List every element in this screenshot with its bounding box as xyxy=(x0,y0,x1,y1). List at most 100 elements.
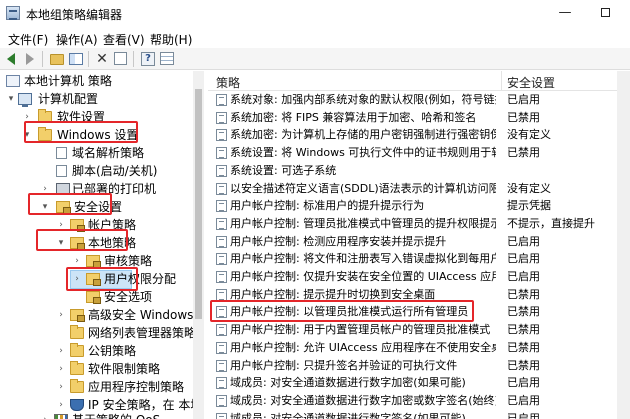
table-row[interactable]: 系统设置: 将 Windows 可执行文件中的证书规则用于软件... 已禁用 xyxy=(208,144,630,162)
forward-arrow-icon xyxy=(26,53,34,65)
table-row[interactable]: 用户帐户控制: 允许 UIAccess 应用程序在不使用安全桌面... 已禁用 xyxy=(208,339,630,357)
policy-setting-icon xyxy=(216,94,227,106)
table-row[interactable]: 系统加密: 为计算机上存储的用户密钥强制进行强密钥保护 没有定义 xyxy=(208,126,630,144)
table-row[interactable]: 系统加密: 将 FIPS 兼容算法用于加密、哈希和签名 已禁用 xyxy=(208,109,630,127)
expand-chevron-icon[interactable]: ▾ xyxy=(6,90,16,108)
table-row[interactable]: 用户帐户控制: 将文件和注册表写入错误虚拟化到每用户位置 已启用 xyxy=(208,250,630,268)
menu-bar: 文件(F) 操作(A) 查看(V) 帮助(H) xyxy=(0,28,630,48)
toolbar-separator xyxy=(88,51,89,67)
policy-setting-icon xyxy=(216,111,227,124)
table-row[interactable]: 域成员: 对安全通道数据进行数字签名(如果可能) 已启用 xyxy=(208,410,630,419)
table-row[interactable]: 系统对象: 加强内部系统对象的默认权限(例如，符号链接) 已启用 xyxy=(208,91,630,109)
table-row[interactable]: 用户帐户控制: 检测应用程序安装并提示提升 已启用 xyxy=(208,233,630,251)
policy-icon xyxy=(6,75,20,87)
maximize-button[interactable] xyxy=(590,2,620,24)
table-row[interactable]: 以安全描述符定义语言(SDDL)语法表示的计算机访问限制 没有定义 xyxy=(208,180,630,198)
security-setting-value: 已启用 xyxy=(507,234,540,248)
console-tree[interactable]: 本地计算机 策略 ▾ 计算机配置 › 软件设置 ▾ Windows 设置 域名解… xyxy=(0,71,204,419)
policy-name: 用户帐户控制: 将文件和注册表写入错误虚拟化到每用户位置 xyxy=(230,252,496,266)
policy-name: 用户帐户控制: 检测应用程序安装并提示提升 xyxy=(230,234,447,248)
folder-lock-icon xyxy=(86,291,101,304)
delete-button[interactable]: ✕ xyxy=(94,51,110,67)
policy-setting-icon xyxy=(216,129,227,142)
policy-name: 系统设置: 可选子系统 xyxy=(230,163,337,177)
menu-help[interactable]: 帮助(H) xyxy=(150,31,192,48)
security-setting-value: 已启用 xyxy=(507,93,540,106)
policy-setting-icon xyxy=(216,164,227,177)
title-bar: 本地组策略编辑器 — xyxy=(0,0,630,28)
folder-icon xyxy=(70,325,84,339)
list-scrollbar[interactable] xyxy=(617,71,630,419)
folder-icon xyxy=(70,361,84,375)
collapse-chevron-icon[interactable]: › xyxy=(56,342,66,360)
column-header-policy[interactable]: 策略 xyxy=(216,74,240,91)
policy-setting-icon xyxy=(216,377,227,390)
export-list-button[interactable] xyxy=(113,51,129,67)
up-level-button[interactable] xyxy=(49,51,65,67)
collapse-chevron-icon[interactable]: › xyxy=(56,360,66,378)
highlight-box-admin-approval-mode xyxy=(210,300,474,322)
table-row[interactable]: 用户帐户控制: 标准用户的提升提示行为 提示凭据 xyxy=(208,197,630,215)
show-hide-tree-button[interactable] xyxy=(68,51,84,67)
policy-setting-icon xyxy=(216,235,227,248)
security-setting-value: 已禁用 xyxy=(507,358,540,372)
policy-setting-icon xyxy=(216,253,227,266)
collapse-chevron-icon[interactable]: › xyxy=(56,378,66,396)
policy-name: 系统加密: 为计算机上存储的用户密钥强制进行强密钥保护 xyxy=(230,128,496,142)
security-setting-value: 已禁用 xyxy=(507,146,540,160)
window-title: 本地组策略编辑器 xyxy=(26,8,123,22)
collapse-chevron-icon[interactable]: › xyxy=(40,411,50,419)
menu-view[interactable]: 查看(V) xyxy=(103,31,145,48)
policy-setting-icon xyxy=(216,412,227,419)
table-row[interactable]: 域成员: 对安全通道数据进行数字加密(如果可能) 已启用 xyxy=(208,374,630,392)
properties-icon xyxy=(160,52,174,65)
doc-icon xyxy=(56,147,67,159)
maximize-icon xyxy=(600,8,610,17)
policy-list[interactable]: 策略 安全设置 系统对象: 加强内部系统对象的默认权限(例如，符号链接) 已启用系… xyxy=(208,71,630,419)
policy-name: 以安全描述符定义语言(SDDL)语法表示的计算机访问限制 xyxy=(230,181,496,195)
policy-setting-icon xyxy=(216,217,227,230)
tree-scrollbar[interactable] xyxy=(193,71,204,419)
table-row[interactable]: 用户帐户控制: 用于内置管理员帐户的管理员批准模式 已禁用 xyxy=(208,321,630,339)
highlight-box-windows-settings xyxy=(24,121,138,143)
security-setting-value: 已启用 xyxy=(507,393,540,407)
policy-setting-icon xyxy=(216,271,227,283)
shield-icon xyxy=(70,399,84,411)
collapse-chevron-icon[interactable]: › xyxy=(56,306,66,324)
policy-name: 用户帐户控制: 允许 UIAccess 应用程序在不使用安全桌面... xyxy=(230,340,496,354)
security-setting-value: 没有定义 xyxy=(507,128,551,142)
column-header-security-setting[interactable]: 安全设置 xyxy=(507,74,555,91)
highlight-box-security-options xyxy=(66,267,138,291)
forward-button[interactable] xyxy=(22,51,38,67)
folder-lock-icon xyxy=(70,309,85,322)
up-folder-icon xyxy=(50,54,64,65)
policy-name: 系统加密: 将 FIPS 兼容算法用于加密、哈希和签名 xyxy=(230,110,477,124)
help-button[interactable]: ? xyxy=(140,51,156,67)
menu-file[interactable]: 文件(F) xyxy=(8,31,48,48)
security-setting-value: 已禁用 xyxy=(507,305,540,319)
back-button[interactable] xyxy=(4,51,20,67)
folder-lock-icon xyxy=(86,255,101,268)
minimize-button[interactable]: — xyxy=(550,2,580,24)
column-divider[interactable] xyxy=(501,71,502,91)
security-setting-value: 已禁用 xyxy=(507,323,540,337)
security-setting-value: 已启用 xyxy=(507,376,540,390)
security-setting-value: 不提示，直接提升 xyxy=(507,216,595,230)
menu-action[interactable]: 操作(A) xyxy=(56,31,98,48)
highlight-box-local-policies xyxy=(36,229,128,251)
policy-setting-icon xyxy=(216,182,227,195)
table-row[interactable]: 用户帐户控制: 仅提升安装在安全位置的 UIAccess 应用程序 已启用 xyxy=(208,268,630,286)
tree-scrollbar-thumb[interactable] xyxy=(195,89,202,319)
security-setting-value: 提示凭据 xyxy=(507,199,551,213)
policy-name: 用户帐户控制: 只提升签名并验证的可执行文件 xyxy=(230,358,458,372)
properties-button[interactable] xyxy=(159,51,175,67)
folder-icon xyxy=(70,379,84,393)
table-row[interactable]: 用户帐户控制: 只提升签名并验证的可执行文件 已禁用 xyxy=(208,357,630,375)
table-row[interactable]: 域成员: 对安全通道数据进行数字加密或数字签名(始终) 已启用 xyxy=(208,392,630,410)
policy-name: 用户帐户控制: 仅提升安装在安全位置的 UIAccess 应用程序 xyxy=(230,270,496,283)
security-setting-value: 已禁用 xyxy=(507,287,540,301)
table-row[interactable]: 用户帐户控制: 管理员批准模式中管理员的提升权限提示的... 不提示，直接提升 xyxy=(208,215,630,233)
collapse-chevron-icon[interactable]: › xyxy=(56,396,66,414)
policy-name: 用户帐户控制: 管理员批准模式中管理员的提升权限提示的... xyxy=(230,216,496,230)
table-row[interactable]: 系统设置: 可选子系统 xyxy=(208,162,630,180)
